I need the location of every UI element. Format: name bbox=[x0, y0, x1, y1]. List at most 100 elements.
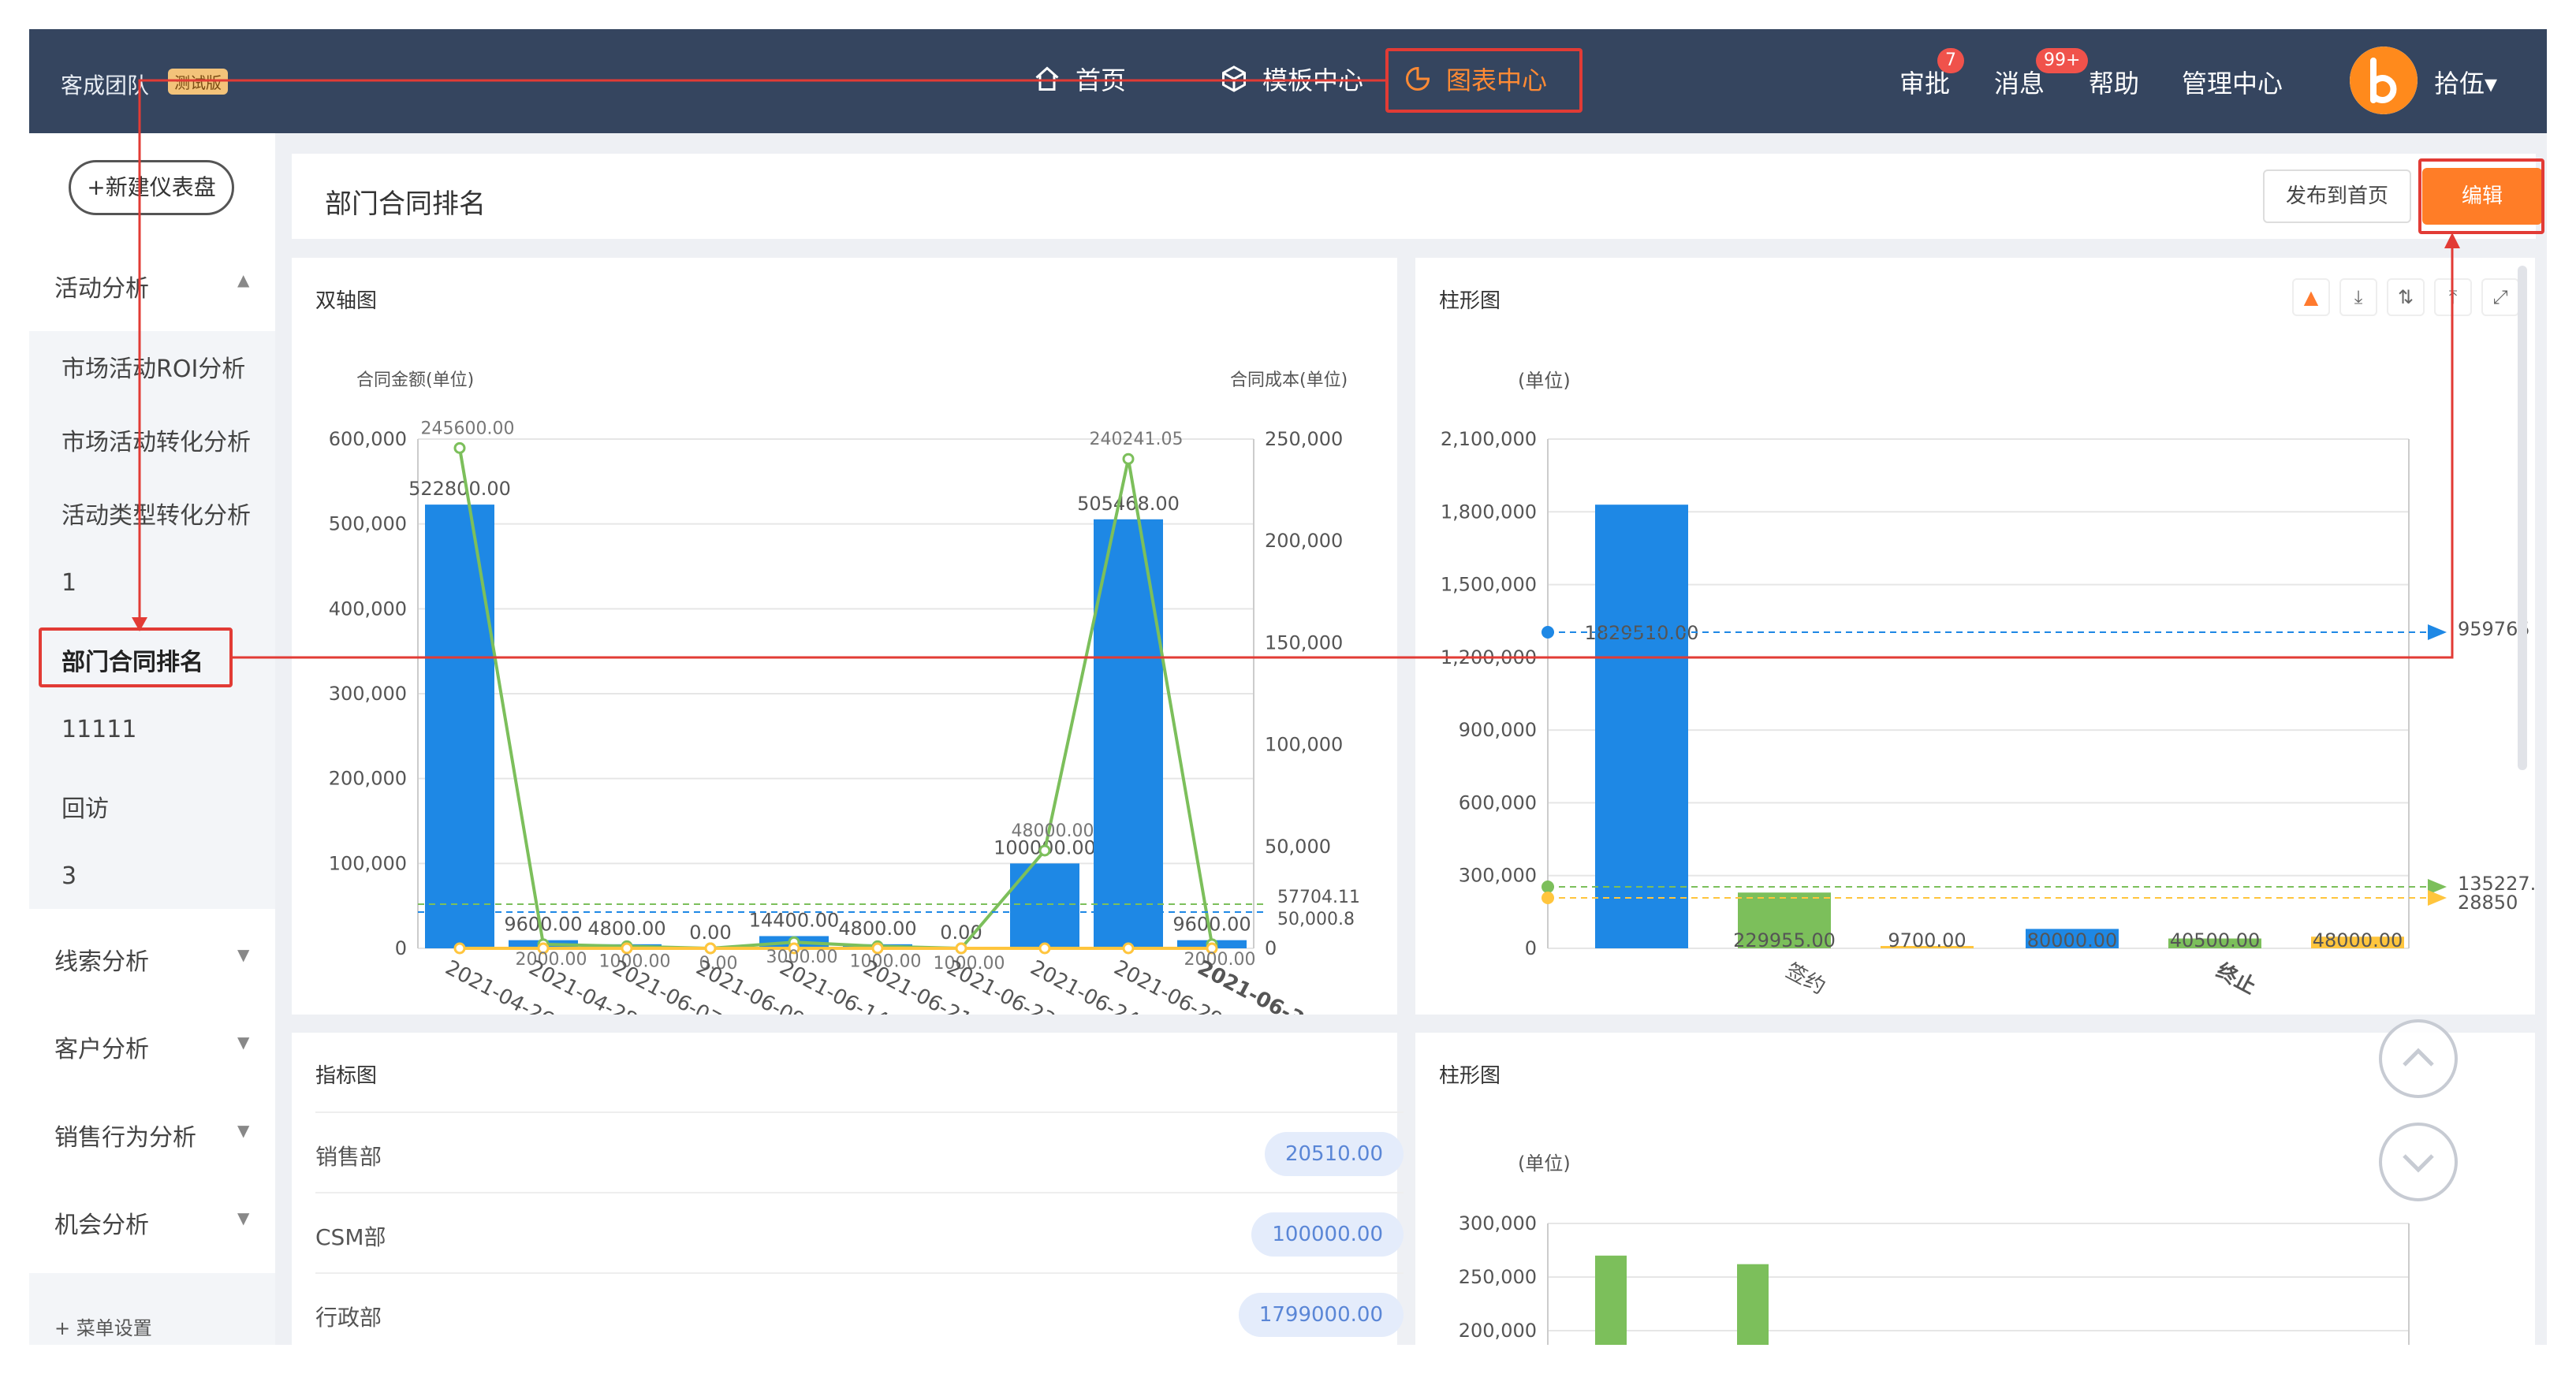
sidebar-item[interactable]: 回访 bbox=[62, 789, 109, 824]
y-tick-label: 300,000 bbox=[1459, 865, 1537, 887]
sidebar: +新建仪表盘 活动分析 ▲ 市场活动ROI分析 市场活动转化分析 活动类型转化分… bbox=[29, 133, 275, 1345]
expand-arrow-icon[interactable]: ▼ bbox=[237, 1208, 249, 1227]
bar bbox=[1595, 505, 1688, 948]
dual-axis-chart-panel: 双轴图 600,000 500,000 400,000 300,000 200,000 1… bbox=[292, 258, 1397, 1015]
y2-tick-label: 200,000 bbox=[1265, 530, 1343, 552]
sidebar-group-leads[interactable]: 线索分析 bbox=[54, 942, 149, 977]
sidebar-item[interactable]: 活动类型转化分析 bbox=[62, 496, 251, 531]
kpi-row: 销售部 20510.00 bbox=[315, 1111, 1404, 1192]
team-name[interactable]: 客成团队 bbox=[61, 69, 149, 100]
data-label: 4800.00 bbox=[587, 918, 665, 940]
line-point bbox=[955, 942, 967, 955]
nav-home[interactable]: 首页 bbox=[1033, 61, 1126, 97]
nav-template-center[interactable]: 模板中心 bbox=[1220, 61, 1363, 97]
y2-axis-label: 合同成本(单位) bbox=[1230, 370, 1348, 390]
bar-chart-panel-2: 柱形图 300,000 250,000 200,000 (单位) bbox=[1415, 1033, 2535, 1345]
line-point bbox=[1038, 942, 1051, 955]
x-tick-label: 签约 bbox=[1782, 959, 1829, 1000]
y-tick-label: 0 bbox=[1525, 937, 1537, 959]
expand-arrow-icon[interactable]: ▼ bbox=[237, 1121, 249, 1140]
expand-arrow-icon[interactable]: ▼ bbox=[237, 945, 249, 964]
cube-icon bbox=[1222, 65, 1246, 92]
kpi-label: CSM部 bbox=[315, 1224, 386, 1250]
sidebar-group-activity[interactable]: 活动分析 bbox=[54, 269, 149, 303]
nav-admin-center[interactable]: 管理中心 bbox=[2182, 64, 2283, 100]
new-dashboard-button[interactable]: +新建仪表盘 bbox=[69, 160, 234, 215]
average-line-arrow bbox=[2428, 890, 2447, 906]
kpi-label: 行政部 bbox=[315, 1305, 382, 1331]
sidebar-item[interactable]: 1 bbox=[62, 569, 76, 597]
nav-messages[interactable]: 消息 bbox=[1994, 64, 2045, 100]
line-data-label: 240241.05 bbox=[1090, 430, 1184, 449]
annotation-highlight-chart-center bbox=[1385, 48, 1583, 113]
y2-tick-label: 250,000 bbox=[1265, 428, 1343, 450]
sidebar-item[interactable]: 市场活动转化分析 bbox=[62, 423, 251, 457]
line-point bbox=[453, 441, 466, 454]
line-data-label: 48000.00 bbox=[1012, 821, 1094, 841]
bar bbox=[425, 505, 494, 948]
data-label: 229955.00 bbox=[1733, 929, 1836, 951]
average-line-point bbox=[1541, 892, 1554, 904]
chevron-down-icon bbox=[2403, 1154, 2434, 1173]
y2-tick-label: 50,000 bbox=[1265, 836, 1331, 858]
message-count-badge: 99+ bbox=[2036, 48, 2089, 73]
bar-chart-panel: 柱形图 ▲ ⤓ ⇅ ⤒ ⤢ 2,100,000 1,800,000 1,500,00… bbox=[1415, 258, 2535, 1015]
scroll-up-button[interactable] bbox=[2379, 1019, 2458, 1098]
kpi-label: 销售部 bbox=[315, 1144, 382, 1170]
line-point bbox=[704, 942, 717, 955]
sidebar-item[interactable]: 3 bbox=[62, 862, 76, 890]
bar bbox=[1737, 1264, 1769, 1345]
y2-tick-label: 150,000 bbox=[1265, 631, 1343, 653]
menu-settings-link[interactable]: + 菜单设置 bbox=[54, 1313, 152, 1340]
y-tick-label: 1,200,000 bbox=[1441, 646, 1537, 668]
annotation-highlight-edit bbox=[2418, 158, 2544, 234]
panel-title: 指标图 bbox=[315, 1064, 378, 1088]
sidebar-item[interactable]: 市场活动ROI分析 bbox=[62, 349, 245, 384]
y-tick-label: 900,000 bbox=[1459, 719, 1537, 741]
y-tick-label: 300,000 bbox=[329, 683, 407, 705]
line-data-label: 245600.00 bbox=[421, 419, 515, 438]
average-line-label: 28850 bbox=[2458, 892, 2518, 914]
scroll-down-button[interactable] bbox=[2379, 1123, 2458, 1201]
y-tick-label: 2,100,000 bbox=[1441, 428, 1537, 450]
top-navigation-bar: 客成团队 测试版 首页 模板中心 图表中心 审批 7 消息 99+ 帮助 管理中… bbox=[29, 29, 2547, 133]
kpi-value: 1799000.00 bbox=[1238, 1293, 1404, 1337]
y-tick-label: 500,000 bbox=[329, 513, 407, 535]
y-tick-label: 1,800,000 bbox=[1441, 501, 1537, 523]
y-tick-label: 1,500,000 bbox=[1441, 574, 1537, 596]
data-label: 505468.00 bbox=[1077, 493, 1180, 515]
kpi-value: 20510.00 bbox=[1264, 1132, 1404, 1176]
publish-to-home-button[interactable]: 发布到首页 bbox=[2263, 169, 2411, 223]
y-tick-label: 100,000 bbox=[329, 852, 407, 874]
data-label: 9700.00 bbox=[1888, 929, 1966, 951]
y-tick-label: 600,000 bbox=[1459, 791, 1537, 814]
sidebar-group-customers[interactable]: 客户分析 bbox=[54, 1030, 149, 1064]
average-line-point bbox=[1541, 626, 1554, 639]
data-label: 4800.00 bbox=[838, 918, 916, 940]
sidebar-group-opportunities[interactable]: 机会分析 bbox=[54, 1205, 149, 1240]
nav-template-label: 模板中心 bbox=[1262, 65, 1364, 95]
collapse-arrow-icon[interactable]: ▲ bbox=[237, 270, 249, 289]
average-line-point bbox=[1541, 881, 1554, 893]
y-axis-label: (单位) bbox=[1518, 1152, 1571, 1175]
y-tick-label: 300,000 bbox=[1459, 1212, 1537, 1234]
scrollbar[interactable] bbox=[2518, 266, 2527, 770]
user-menu[interactable]: 拾伍▾ bbox=[2434, 64, 2497, 100]
y-tick-label: 200,000 bbox=[329, 768, 407, 790]
line-point bbox=[1038, 844, 1051, 857]
data-label: 522800.00 bbox=[408, 478, 511, 500]
sidebar-group-sales-behavior[interactable]: 销售行为分析 bbox=[54, 1118, 196, 1152]
sidebar-item[interactable]: 11111 bbox=[62, 716, 136, 743]
bar-chart-2: 300,000 250,000 200,000 (单位) bbox=[1459, 1152, 2410, 1345]
nav-home-label: 首页 bbox=[1076, 65, 1127, 95]
expand-arrow-icon[interactable]: ▼ bbox=[237, 1033, 249, 1052]
home-icon bbox=[1035, 66, 1059, 91]
data-label: 48000.00 bbox=[2313, 929, 2403, 951]
avatar[interactable] bbox=[2350, 47, 2418, 114]
kpi-row: CSM部 100000.00 bbox=[315, 1192, 1404, 1272]
app-window: 客成团队 测试版 首页 模板中心 图表中心 审批 7 消息 99+ 帮助 管理中… bbox=[29, 29, 2547, 1345]
data-label: 9600.00 bbox=[504, 914, 582, 936]
kpi-panel: 指标图 销售部 20510.00 CSM部 100000.00 行政部 1799… bbox=[292, 1033, 1404, 1345]
nav-help[interactable]: 帮助 bbox=[2089, 64, 2139, 100]
data-label: 40500.00 bbox=[2170, 929, 2261, 951]
